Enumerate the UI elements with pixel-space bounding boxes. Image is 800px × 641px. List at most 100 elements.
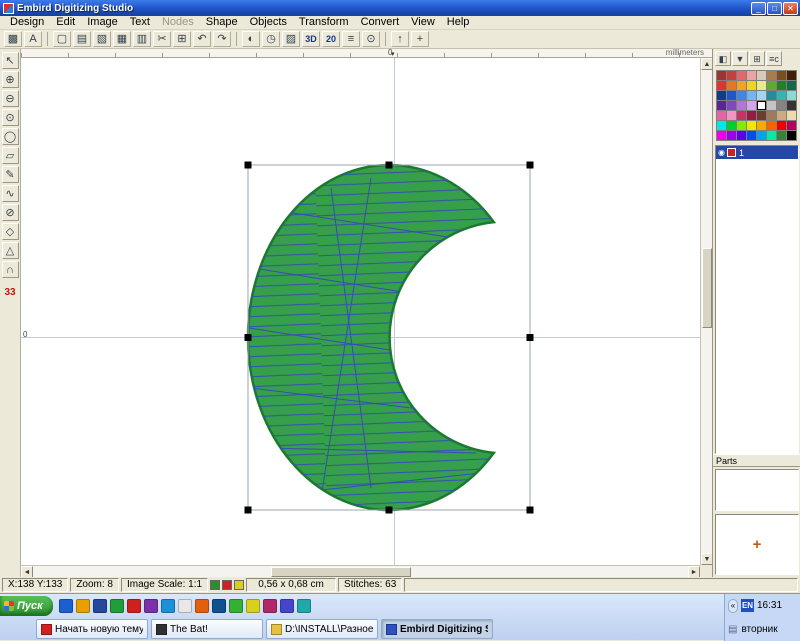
keyboard-icon[interactable]: ▤ [728, 624, 737, 635]
palette-swatch-12[interactable] [757, 81, 767, 91]
selection-handle[interactable] [527, 334, 534, 341]
menu-help[interactable]: Help [441, 16, 476, 29]
quicklaunch-icon-12[interactable] [263, 599, 277, 613]
palette-swatch-11[interactable] [747, 81, 757, 91]
selection-handle[interactable] [245, 334, 252, 341]
selection-handle[interactable] [527, 162, 534, 169]
palette-swatch-29[interactable] [767, 101, 777, 111]
palette-swatch-36[interactable] [757, 111, 767, 121]
tray-collapse-button[interactable]: « [728, 599, 738, 613]
crosshair-tool-icon[interactable]: + [411, 31, 429, 47]
menu-design[interactable]: Design [4, 16, 50, 29]
redo-icon[interactable]: ↷ [213, 31, 231, 47]
palette-swatch-45[interactable] [767, 121, 777, 131]
palette-swatch-42[interactable] [737, 121, 747, 131]
view-3d-icon[interactable]: 3D [302, 31, 320, 47]
taskbar-task[interactable]: Embird Digitizing Stud... [381, 619, 493, 639]
palette-swatch-33[interactable] [727, 111, 737, 121]
palette-swatch-34[interactable] [737, 111, 747, 121]
horizontal-scroll-thumb[interactable] [271, 567, 411, 577]
palette-swatch-40[interactable] [717, 121, 727, 131]
palette-grid-button[interactable]: ⊞ [749, 51, 765, 66]
taskbar-task[interactable]: The Bat! [151, 619, 263, 639]
simulate-icon[interactable]: ◷ [262, 31, 280, 47]
quicklaunch-icon-0[interactable] [59, 599, 73, 613]
palette-swatch-5[interactable] [767, 71, 777, 81]
horizontal-scrollbar[interactable]: ◄ ► [21, 565, 700, 577]
menu-edit[interactable]: Edit [50, 16, 81, 29]
target-icon[interactable]: ⊙ [362, 31, 380, 47]
palette-swatch-7[interactable] [787, 71, 797, 81]
palette-swatch-20[interactable] [757, 91, 767, 101]
quicklaunch-icon-10[interactable] [229, 599, 243, 613]
save-design-icon[interactable]: ▦ [113, 31, 131, 47]
palette-swatch-30[interactable] [777, 101, 787, 111]
minimize-button[interactable]: _ [751, 2, 766, 15]
new-design-icon[interactable]: ▢ [53, 31, 71, 47]
palette-swatch-39[interactable] [787, 111, 797, 121]
arc-tool-icon[interactable]: ∩ [2, 261, 19, 278]
close-button[interactable]: ✕ [783, 2, 798, 15]
select-tool-icon[interactable]: ↖ [2, 52, 19, 69]
ellipse-tool-icon[interactable]: ◯ [2, 128, 19, 145]
selection-handle[interactable] [527, 507, 534, 514]
menu-objects[interactable]: Objects [244, 16, 293, 29]
quicklaunch-icon-6[interactable] [161, 599, 175, 613]
quicklaunch-icon-13[interactable] [280, 599, 294, 613]
palette-swatch-15[interactable] [787, 81, 797, 91]
quicklaunch-icon-7[interactable] [178, 599, 192, 613]
taskbar-task[interactable]: D:\INSTALL\Разное\Embird [266, 619, 378, 639]
palette-swatch-55[interactable] [787, 131, 797, 141]
palette-swatch-10[interactable] [737, 81, 747, 91]
quicklaunch-icon-9[interactable] [212, 599, 226, 613]
palette-swatch-35[interactable] [747, 111, 757, 121]
palette-swatch-49[interactable] [727, 131, 737, 141]
vertical-scrollbar[interactable]: ▲ ▼ [700, 58, 712, 565]
palette-swatch-50[interactable] [737, 131, 747, 141]
cut-icon[interactable]: ✂ [153, 31, 171, 47]
quicklaunch-icon-3[interactable] [110, 599, 124, 613]
palette-swatch-17[interactable] [727, 91, 737, 101]
visibility-icon[interactable]: ◉ [718, 148, 725, 157]
knife-tool-icon[interactable]: ⊘ [2, 204, 19, 221]
thread-catalog-button[interactable]: ≡c [766, 51, 782, 66]
import-image-icon[interactable]: ▧ [93, 31, 111, 47]
menu-view[interactable]: View [405, 16, 441, 29]
palette-swatch-26[interactable] [737, 101, 747, 111]
quicklaunch-icon-5[interactable] [144, 599, 158, 613]
palette-swatch-4[interactable] [757, 71, 767, 81]
palette-swatch-54[interactable] [777, 131, 787, 141]
selection-handle[interactable] [245, 507, 252, 514]
palette-swatch-6[interactable] [777, 71, 787, 81]
palette-swatch-51[interactable] [747, 131, 757, 141]
maximize-button[interactable]: □ [767, 2, 782, 15]
zoom-window-tool-icon[interactable]: ⊙ [2, 109, 19, 126]
palette-swatch-0[interactable] [717, 71, 727, 81]
arrow-up-icon[interactable]: ↑ [391, 31, 409, 47]
quicklaunch-icon-1[interactable] [76, 599, 90, 613]
palette-dropdown-button[interactable]: ▼ [732, 51, 748, 66]
open-design-icon[interactable]: ▤ [73, 31, 91, 47]
fabric-icon[interactable]: ▩ [4, 31, 22, 47]
contrast-icon[interactable]: ◐ [242, 31, 260, 47]
letter-a-icon[interactable]: A [24, 31, 42, 47]
palette-swatch-13[interactable] [767, 81, 777, 91]
layers-icon[interactable]: ≡ [342, 31, 360, 47]
palette-swatch-3[interactable] [747, 71, 757, 81]
copy-icon[interactable]: ⊞ [173, 31, 191, 47]
start-button[interactable]: Пуск [0, 596, 53, 616]
palette-swatch-32[interactable] [717, 111, 727, 121]
palette-mode-button[interactable]: ◧ [715, 51, 731, 66]
palette-swatch-18[interactable] [737, 91, 747, 101]
palette-swatch-48[interactable] [717, 131, 727, 141]
print-icon[interactable]: ▥ [133, 31, 151, 47]
menu-image[interactable]: Image [81, 16, 124, 29]
palette-swatch-9[interactable] [727, 81, 737, 91]
zoom-in-tool-icon[interactable]: ⊕ [2, 71, 19, 88]
quicklaunch-icon-14[interactable] [297, 599, 311, 613]
quicklaunch-icon-2[interactable] [93, 599, 107, 613]
palette-swatch-25[interactable] [727, 101, 737, 111]
fill-tool-icon[interactable]: △ [2, 242, 19, 259]
selection-handle[interactable] [386, 507, 393, 514]
palette-swatch-52[interactable] [757, 131, 767, 141]
